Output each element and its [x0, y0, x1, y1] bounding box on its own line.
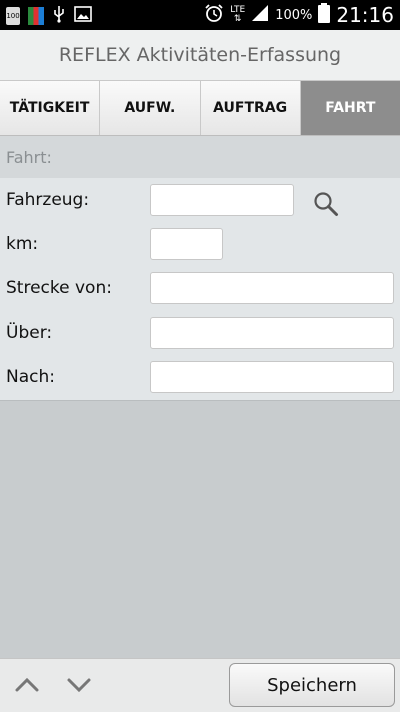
app-title: REFLEX Aktivitäten-Erfassung: [0, 30, 400, 81]
image-icon: [74, 6, 92, 26]
to-label: Nach:: [6, 367, 55, 387]
vehicle-input[interactable]: [150, 184, 294, 216]
app-notification-icon: [28, 7, 44, 25]
km-label: km:: [6, 234, 39, 254]
to-row: Nach:: [0, 359, 400, 395]
trip-form: Fahrzeug: km: Strecke von: Über: Nach:: [0, 178, 400, 401]
lte-icon: LTE ⇅: [230, 5, 246, 24]
to-input[interactable]: [150, 361, 394, 393]
chevron-up-icon[interactable]: [12, 671, 42, 699]
tab-auftrag[interactable]: AUFTRAG: [200, 81, 301, 135]
alarm-icon: [204, 3, 224, 27]
save-button[interactable]: Speichern: [229, 663, 395, 707]
tab-aufw[interactable]: AUFW.: [100, 81, 201, 135]
vehicle-label: Fahrzeug:: [6, 190, 90, 210]
usb-icon: [52, 5, 66, 27]
chevron-down-icon[interactable]: [64, 671, 94, 699]
tab-bar: TÄTIGKEIT AUFW. AUFTRAG FAHRT: [0, 81, 400, 136]
tab-taetigkeit[interactable]: TÄTIGKEIT: [0, 81, 101, 135]
search-icon[interactable]: [312, 190, 340, 218]
status-bar: 100 LTE ⇅ 100% 21:16: [0, 0, 400, 30]
km-row: km:: [0, 226, 400, 262]
vehicle-row: Fahrzeug:: [0, 182, 400, 218]
bottom-bar: Speichern: [0, 658, 400, 712]
lte-label: LTE: [230, 5, 246, 15]
km-input[interactable]: [150, 228, 223, 260]
section-title: Fahrt:: [0, 136, 400, 178]
via-input[interactable]: [150, 317, 394, 349]
battery-icon: [318, 3, 331, 27]
route-from-input[interactable]: [150, 272, 394, 304]
route-from-row: Strecke von:: [0, 270, 400, 306]
signal-icon: [251, 4, 269, 26]
via-label: Über:: [6, 323, 53, 343]
route-from-label: Strecke von:: [6, 278, 112, 298]
battery-percent: 100%: [275, 7, 313, 23]
battery-saver-icon: 100: [6, 7, 20, 25]
via-row: Über:: [0, 315, 400, 351]
clock: 21:16: [336, 3, 394, 27]
tab-fahrt[interactable]: FAHRT: [300, 81, 400, 135]
